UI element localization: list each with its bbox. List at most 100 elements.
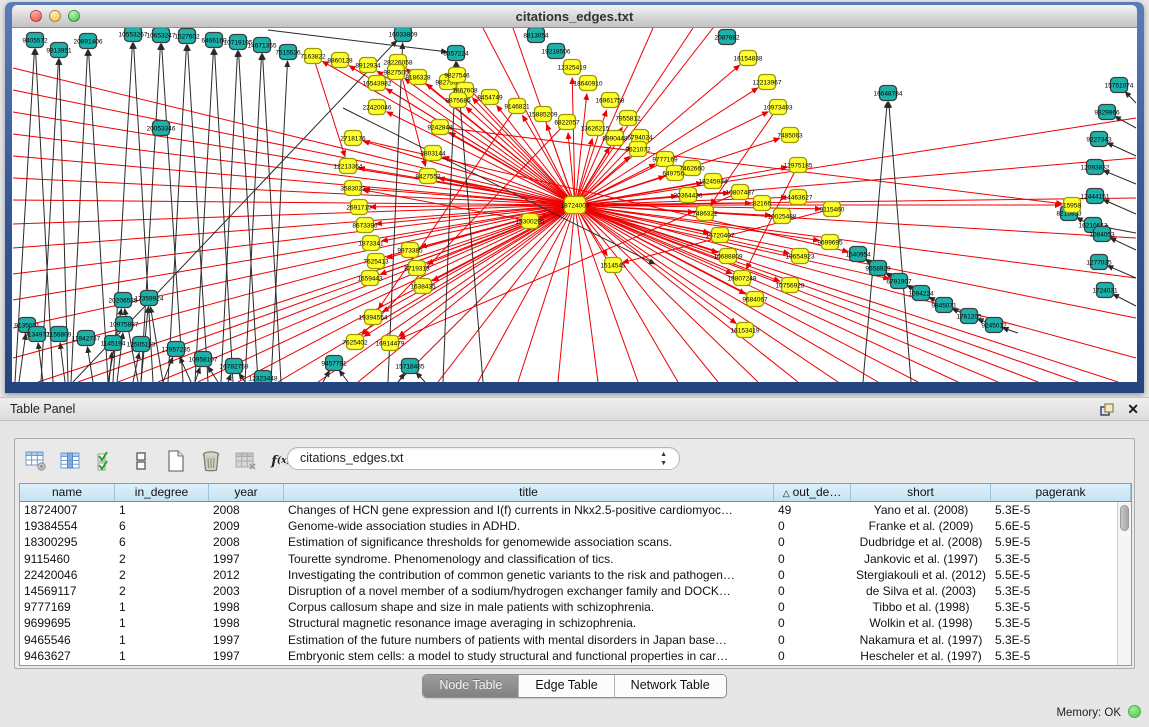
graph-node-yellow[interactable]: 1638435	[410, 279, 436, 294]
graph-node-yellow[interactable]: 12213967	[753, 75, 782, 90]
column-header-out_degree[interactable]: △out_de…	[774, 484, 851, 501]
table-cell-short[interactable]: Stergiakouli et al. (2012)	[851, 567, 991, 583]
table-selector-dropdown[interactable]: citations_edges.txt ▲▼	[287, 447, 680, 470]
graph-node-yellow[interactable]: 7485063	[777, 128, 803, 143]
graph-node-yellow[interactable]: 9699695	[817, 235, 843, 250]
graph-node-yellow[interactable]: 8673396	[352, 218, 378, 233]
graph-node-teal[interactable]: 10975887	[110, 317, 139, 332]
column-header-in_degree[interactable]: in_degree	[115, 484, 209, 501]
table-row[interactable]: 977716911998Corpus callosum shape and si…	[20, 599, 1131, 615]
table-cell-year[interactable]: 2003	[209, 583, 284, 599]
table-cell-pagerank[interactable]: 5.3E-5	[991, 583, 1131, 599]
table-cell-name[interactable]: 14569117	[20, 583, 115, 599]
table-cell-short[interactable]: Tibbo et al. (1998)	[851, 599, 991, 615]
table-cell-pagerank[interactable]: 5.3E-5	[991, 599, 1131, 615]
graph-node-teal[interactable]: 15751074	[1105, 78, 1134, 93]
table-cell-pagerank[interactable]: 5.6E-5	[991, 518, 1131, 534]
table-cell-name[interactable]: 19384554	[20, 518, 115, 534]
table-cell-in_degree[interactable]: 1	[115, 599, 209, 615]
table-cell-pagerank[interactable]: 5.3E-5	[991, 551, 1131, 567]
tab-edge-table[interactable]: Edge Table	[519, 675, 614, 697]
vertical-scrollbar[interactable]	[1117, 502, 1131, 665]
table-cell-title[interactable]: Investigating the contribution of common…	[284, 567, 774, 583]
graph-node-teal[interactable]: 19218506	[542, 44, 571, 59]
tab-node-table[interactable]: Node Table	[423, 675, 519, 697]
table-cell-in_degree[interactable]: 2	[115, 551, 209, 567]
table-cell-name[interactable]: 9465546	[20, 632, 115, 648]
graph-node-yellow[interactable]: 16914479	[376, 336, 405, 351]
table-cell-year[interactable]: 1997	[209, 632, 284, 648]
network-window-titlebar[interactable]: citations_edges.txt	[12, 5, 1137, 28]
graph-node-yellow[interactable]: 7486322	[692, 206, 718, 221]
graph-node-yellow[interactable]: 2718176	[340, 131, 366, 146]
graph-node-teal[interactable]: 1277035	[1086, 255, 1112, 270]
graph-node-yellow[interactable]: 7955812	[615, 111, 641, 126]
graph-node-yellow[interactable]: 1514545	[600, 258, 626, 273]
table-row[interactable]: 2242004622012Investigating the contribut…	[20, 567, 1131, 583]
table-cell-title[interactable]: Disruption of a novel member of a sodium…	[284, 583, 774, 599]
graph-node-teal[interactable]: 11942737	[72, 331, 101, 346]
table-row[interactable]: 911546021997Tourette syndrome. Phenomeno…	[20, 551, 1131, 567]
graph-node-teal[interactable]: 2087682	[714, 30, 740, 45]
table-cell-name[interactable]: 18724007	[20, 502, 115, 518]
graph-node-teal[interactable]: 7515526	[275, 45, 301, 60]
table-cell-year[interactable]: 1997	[209, 648, 284, 664]
table-cell-short[interactable]: Wolkin et al. (1998)	[851, 615, 991, 631]
graph-node-yellow[interactable]: 6822057	[554, 115, 580, 130]
table-row[interactable]: 969969511998Structural magnetic resonanc…	[20, 615, 1131, 631]
table-cell-in_degree[interactable]: 2	[115, 583, 209, 599]
graph-node-yellow[interactable]: 10688809	[714, 249, 743, 264]
column-header-short[interactable]: short	[851, 484, 991, 501]
graph-node-teal[interactable]: 16782759	[220, 359, 249, 374]
graph-node-yellow[interactable]: 8912934	[355, 58, 381, 73]
rows-icon[interactable]	[128, 447, 154, 475]
table-cell-year[interactable]: 2012	[209, 567, 284, 583]
table-cell-in_degree[interactable]: 6	[115, 534, 209, 550]
table-cell-title[interactable]: Estimation of the future numbers of pati…	[284, 632, 774, 648]
column-header-year[interactable]: year	[209, 484, 284, 501]
table-cell-title[interactable]: Embryonic stem cells: a model to study s…	[284, 648, 774, 664]
float-window-icon[interactable]	[1100, 403, 1115, 416]
graph-node-hub[interactable]: 18724007	[561, 197, 590, 214]
graph-node-teal[interactable]: 1156809	[47, 327, 72, 342]
graph-node-yellow[interactable]: 9973385	[397, 243, 423, 258]
table-cell-out_degree[interactable]: 0	[774, 632, 851, 648]
graph-node-teal[interactable]: 10553267	[119, 28, 148, 42]
column-header-pagerank[interactable]: pagerank	[991, 484, 1131, 501]
table-cell-short[interactable]: Franke et al. (2009)	[851, 518, 991, 534]
table-cell-pagerank[interactable]: 5.5E-5	[991, 567, 1131, 583]
table-cell-year[interactable]: 2008	[209, 534, 284, 550]
graph-node-teal[interactable]: 10958107	[189, 352, 218, 367]
graph-node-teal[interactable]: 16648784	[874, 86, 903, 101]
table-cell-pagerank[interactable]: 5.9E-5	[991, 534, 1131, 550]
table-cell-title[interactable]: Structural magnetic resonance image aver…	[284, 615, 774, 631]
graph-node-yellow[interactable]: 7163822	[300, 49, 326, 64]
graph-node-yellow[interactable]: 9777169	[652, 152, 678, 167]
graph-node-yellow[interactable]: 8454749	[477, 90, 503, 105]
table-cell-in_degree[interactable]: 1	[115, 632, 209, 648]
graph-node-teal[interactable]: 1527602	[174, 29, 200, 44]
table-cell-in_degree[interactable]: 6	[115, 518, 209, 534]
graph-node-yellow[interactable]: 16154838	[734, 51, 763, 66]
graph-node-yellow[interactable]: 1659443	[357, 271, 383, 286]
graph-node-teal[interactable]: 20891406	[74, 34, 103, 49]
table-cell-out_degree[interactable]: 0	[774, 534, 851, 550]
graph-node-teal[interactable]: 1640954	[845, 247, 871, 262]
table-cell-short[interactable]: Dudbridge et al. (2008)	[851, 534, 991, 550]
table-cell-out_degree[interactable]: 0	[774, 518, 851, 534]
table-row[interactable]: 1830029562008Estimation of significance …	[20, 534, 1131, 550]
graph-node-yellow[interactable]: 12325419	[558, 60, 587, 75]
graph-node-teal[interactable]: 9845071	[931, 298, 957, 313]
table-row[interactable]: 1872400712008Changes of HCN gene express…	[20, 502, 1131, 518]
network-canvas[interactable]: 9405572931395120891406105532671065324715…	[12, 28, 1137, 382]
graph-node-teal[interactable]: 15718485	[396, 359, 425, 374]
graph-node-yellow[interactable]: 9115460	[820, 202, 845, 217]
trash-icon[interactable]	[198, 447, 224, 475]
table-cell-name[interactable]: 9463627	[20, 648, 115, 664]
table-cell-year[interactable]: 2009	[209, 518, 284, 534]
table-cell-name[interactable]: 22420046	[20, 567, 115, 583]
column-header-title[interactable]: title	[284, 484, 774, 501]
table-cell-out_degree[interactable]: 0	[774, 648, 851, 664]
table-cell-title[interactable]: Tourette syndrome. Phenomenology and cla…	[284, 551, 774, 567]
memory-status-icon[interactable]	[1128, 705, 1141, 718]
